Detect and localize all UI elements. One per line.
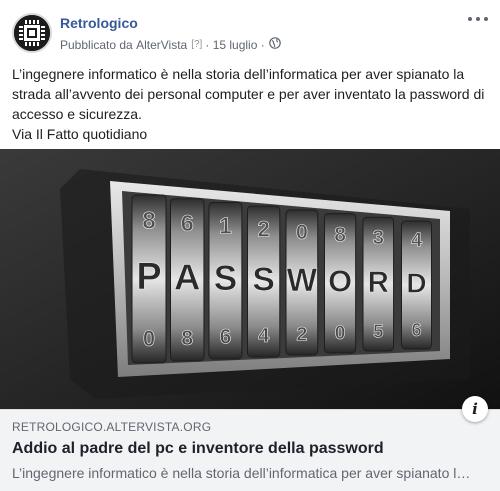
lock-letter: R	[368, 266, 389, 299]
help-link[interactable]: [?]	[191, 39, 202, 50]
post-text-line: Via Il Fatto quotidiano	[12, 126, 148, 142]
lock-digit: 0	[296, 219, 308, 244]
published-prefix: Pubblicato da	[60, 37, 133, 52]
link-preview[interactable]: RETROLOGICO.ALTERVISTA.ORG Addio al padr…	[0, 409, 500, 491]
lock-digit: 6	[411, 320, 421, 340]
lock-letter: S	[252, 261, 274, 299]
lock-digit: 6	[181, 210, 194, 236]
publisher-link[interactable]: AlterVista	[136, 38, 187, 52]
lock-digit: 0	[143, 326, 155, 351]
lock-digit: 4	[258, 325, 270, 347]
link-domain: RETROLOGICO.ALTERVISTA.ORG	[12, 420, 212, 434]
more-options-icon[interactable]	[466, 10, 490, 26]
lock-digit: 8	[142, 208, 155, 235]
lock-digit: 6	[220, 325, 232, 348]
page-name-link[interactable]: Retrologico	[60, 15, 138, 31]
meta-separator: ·	[260, 37, 265, 52]
lock-letter: O	[328, 264, 352, 299]
lock-letter: D	[406, 268, 426, 299]
lock-digit: 1	[219, 213, 232, 239]
lock-digit: 2	[296, 323, 307, 345]
password-lock-image: 8P06A81S62S40W28O03R54D6	[0, 149, 500, 409]
link-image[interactable]: 8P06A81S62S40W28O03R54D6	[0, 149, 500, 409]
lock-digit: 4	[411, 230, 423, 252]
lock-digit: 8	[334, 223, 346, 246]
lock-letter: S	[214, 259, 237, 298]
lock-letter: A	[174, 257, 200, 298]
lock-digit: 0	[335, 323, 346, 344]
lock-letter: W	[287, 262, 318, 298]
post-date-link[interactable]: 15 luglio	[213, 38, 258, 52]
info-icon[interactable]: i	[462, 396, 488, 422]
page-avatar[interactable]	[12, 13, 52, 53]
lock-digit: 5	[373, 321, 383, 342]
meta-separator: ·	[205, 37, 210, 52]
chip-logo-icon	[14, 15, 50, 51]
lock-letter: P	[136, 256, 161, 298]
lock-digit: 8	[181, 326, 193, 350]
post-text: L’ingegnere informatico è nella storia d…	[12, 64, 490, 144]
post-text-line: L’ingegnere informatico è nella storia d…	[12, 66, 485, 122]
post-meta: Pubblicato da AlterVista [?] · 15 luglio…	[60, 37, 281, 52]
link-description: L’ingegnere informatico è nella storia d…	[12, 465, 474, 481]
globe-icon[interactable]	[268, 37, 281, 52]
lock-digit: 3	[373, 226, 384, 249]
link-title[interactable]: Addio al padre del pc e inventore della …	[12, 440, 384, 458]
post-header: Retrologico Pubblicato da AlterVista [?]…	[0, 0, 500, 60]
lock-digit: 2	[257, 216, 269, 241]
